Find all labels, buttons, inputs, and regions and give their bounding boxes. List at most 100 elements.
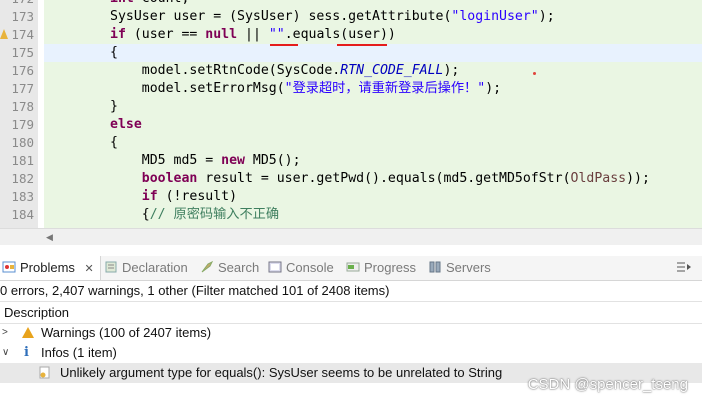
info-icon: i — [24, 345, 29, 360]
search-icon — [200, 258, 214, 273]
tab-problems[interactable]: Problems ✕ — [0, 256, 101, 280]
code-token: SysUser user = (SysUser) sess.getAttribu… — [110, 9, 452, 24]
line-number: 179 — [11, 117, 34, 132]
code-token: model.setRtnCode(SysCode. — [110, 63, 341, 78]
code-token: .equals(user)) — [284, 27, 396, 42]
servers-icon — [428, 258, 442, 273]
watermark: CSDN @spencer_tseng — [527, 376, 688, 393]
problems-summary: 0 errors, 2,407 warnings, 1 other (Filte… — [0, 283, 390, 298]
line-number: 175 — [11, 45, 34, 60]
chevron-down-icon[interactable]: ∨ — [2, 343, 9, 363]
code-token: int — [110, 0, 134, 6]
code-line[interactable]: model.setErrorMsg("登录超时，请重新登录后操作！"); — [110, 80, 501, 98]
tab-label: Console — [286, 260, 334, 275]
code-line[interactable]: if (user == null || "".equals(user)) — [110, 26, 396, 44]
code-token: (user == — [125, 27, 206, 42]
tab-label: Search — [218, 260, 260, 275]
code-line[interactable]: {// 原密码输入不正确 — [110, 206, 279, 224]
code-token: } — [110, 99, 118, 114]
code-token: MD5(); — [244, 153, 301, 168]
code-line[interactable]: MD5 md5 = new MD5(); — [110, 152, 301, 170]
line-number: 180 — [11, 135, 34, 150]
line-number: 173 — [11, 9, 34, 24]
line-number: 176 — [11, 63, 34, 78]
tab-label: Declaration — [122, 260, 188, 275]
code-line[interactable]: boolean result = user.getPwd().equals(md… — [110, 170, 650, 188]
code-token: { — [110, 45, 118, 60]
column-header-description[interactable]: Description — [0, 301, 702, 324]
close-icon[interactable]: ✕ — [85, 263, 94, 275]
code-token: "登录超时，请重新登录后操作！" — [284, 81, 486, 96]
problems-icon — [2, 258, 16, 273]
line-number: 181 — [11, 153, 34, 168]
tree-group-label: Infos (1 item) — [41, 345, 117, 360]
code-line[interactable]: { — [110, 44, 118, 62]
tab-label: Problems — [20, 260, 75, 275]
code-line[interactable]: if (!result) — [110, 188, 237, 206]
code-token: boolean — [141, 171, 198, 186]
code-token: "" — [268, 27, 285, 42]
annotation-underline-1 — [270, 44, 298, 46]
info-marker-icon — [39, 366, 51, 380]
code-token: { — [110, 207, 150, 222]
column-header-label: Description — [4, 305, 70, 320]
code-line[interactable]: } — [110, 98, 118, 116]
tab-label: Servers — [446, 260, 491, 275]
line-number: 184 — [11, 207, 34, 222]
code-token: else — [110, 117, 142, 132]
progress-icon — [346, 258, 360, 272]
line-number: 183 — [11, 189, 34, 204]
code-token: null — [205, 27, 238, 42]
code-line[interactable]: model.setRtnCode(SysCode.RTN_CODE_FALL); — [110, 62, 460, 80]
view-menu-icon[interactable] — [676, 260, 692, 277]
code-token: { — [110, 135, 118, 150]
console-icon — [268, 258, 282, 273]
view-separator — [0, 245, 702, 256]
current-line-highlight — [44, 44, 702, 62]
chevron-right-icon[interactable]: > — [2, 323, 8, 343]
problem-description: Unlikely argument type for equals(): Sys… — [60, 365, 503, 380]
declaration-icon — [104, 258, 118, 273]
code-token: model.setErrorMsg( — [110, 81, 285, 96]
code-token: if — [141, 189, 158, 204]
code-token: )); — [626, 171, 650, 186]
code-token: (!result) — [157, 189, 238, 204]
views-tab-bar: Problems ✕ Declaration Search Console Pr… — [0, 256, 702, 281]
annotation-underline-2 — [337, 44, 387, 46]
line-number: 177 — [11, 81, 34, 96]
code-token: count; — [134, 0, 190, 6]
code-token: new — [221, 153, 245, 168]
tab-declaration[interactable]: Declaration — [104, 256, 188, 280]
code-token: MD5 md5 = — [110, 153, 222, 168]
code-editor[interactable]: 172 int count; 173 SysUser user = (SysUser)… — [0, 0, 702, 228]
scroll-left-icon[interactable]: ◀ — [46, 232, 53, 243]
code-token: ); — [538, 9, 555, 24]
tree-group-label: Warnings (100 of 2407 items) — [41, 325, 212, 340]
tab-console[interactable]: Console — [268, 256, 334, 280]
code-token: RTN_CODE_FALL — [340, 63, 444, 78]
line-number: 182 — [11, 171, 34, 186]
code-token: result = user.getPwd().equals(md5.getMD5… — [197, 171, 571, 186]
tree-group-infos[interactable]: ∨ i Infos (1 item) — [0, 343, 702, 363]
warning-icon — [22, 327, 34, 338]
tree-group-warnings[interactable]: > Warnings (100 of 2407 items) — [0, 323, 702, 343]
horizontal-scrollbar[interactable]: ◀ — [0, 228, 702, 245]
line-number: 178 — [11, 99, 34, 114]
code-token: || — [237, 27, 269, 42]
code-token: ); — [485, 81, 502, 96]
code-line[interactable]: else — [110, 116, 142, 134]
tab-progress[interactable]: Progress — [346, 256, 416, 280]
line-number: 174 — [11, 27, 34, 42]
code-line[interactable]: int count; — [110, 0, 189, 8]
code-line[interactable]: { — [110, 134, 118, 152]
code-line[interactable]: SysUser user = (SysUser) sess.getAttribu… — [110, 8, 555, 26]
tab-label: Progress — [364, 260, 417, 275]
tab-search[interactable]: Search — [200, 256, 259, 280]
tab-servers[interactable]: Servers — [428, 256, 491, 280]
code-token: OldPass — [570, 171, 627, 186]
code-token: "loginUser" — [451, 9, 539, 24]
line-number: 172 — [6, 0, 34, 8]
code-token: ); — [443, 63, 460, 78]
